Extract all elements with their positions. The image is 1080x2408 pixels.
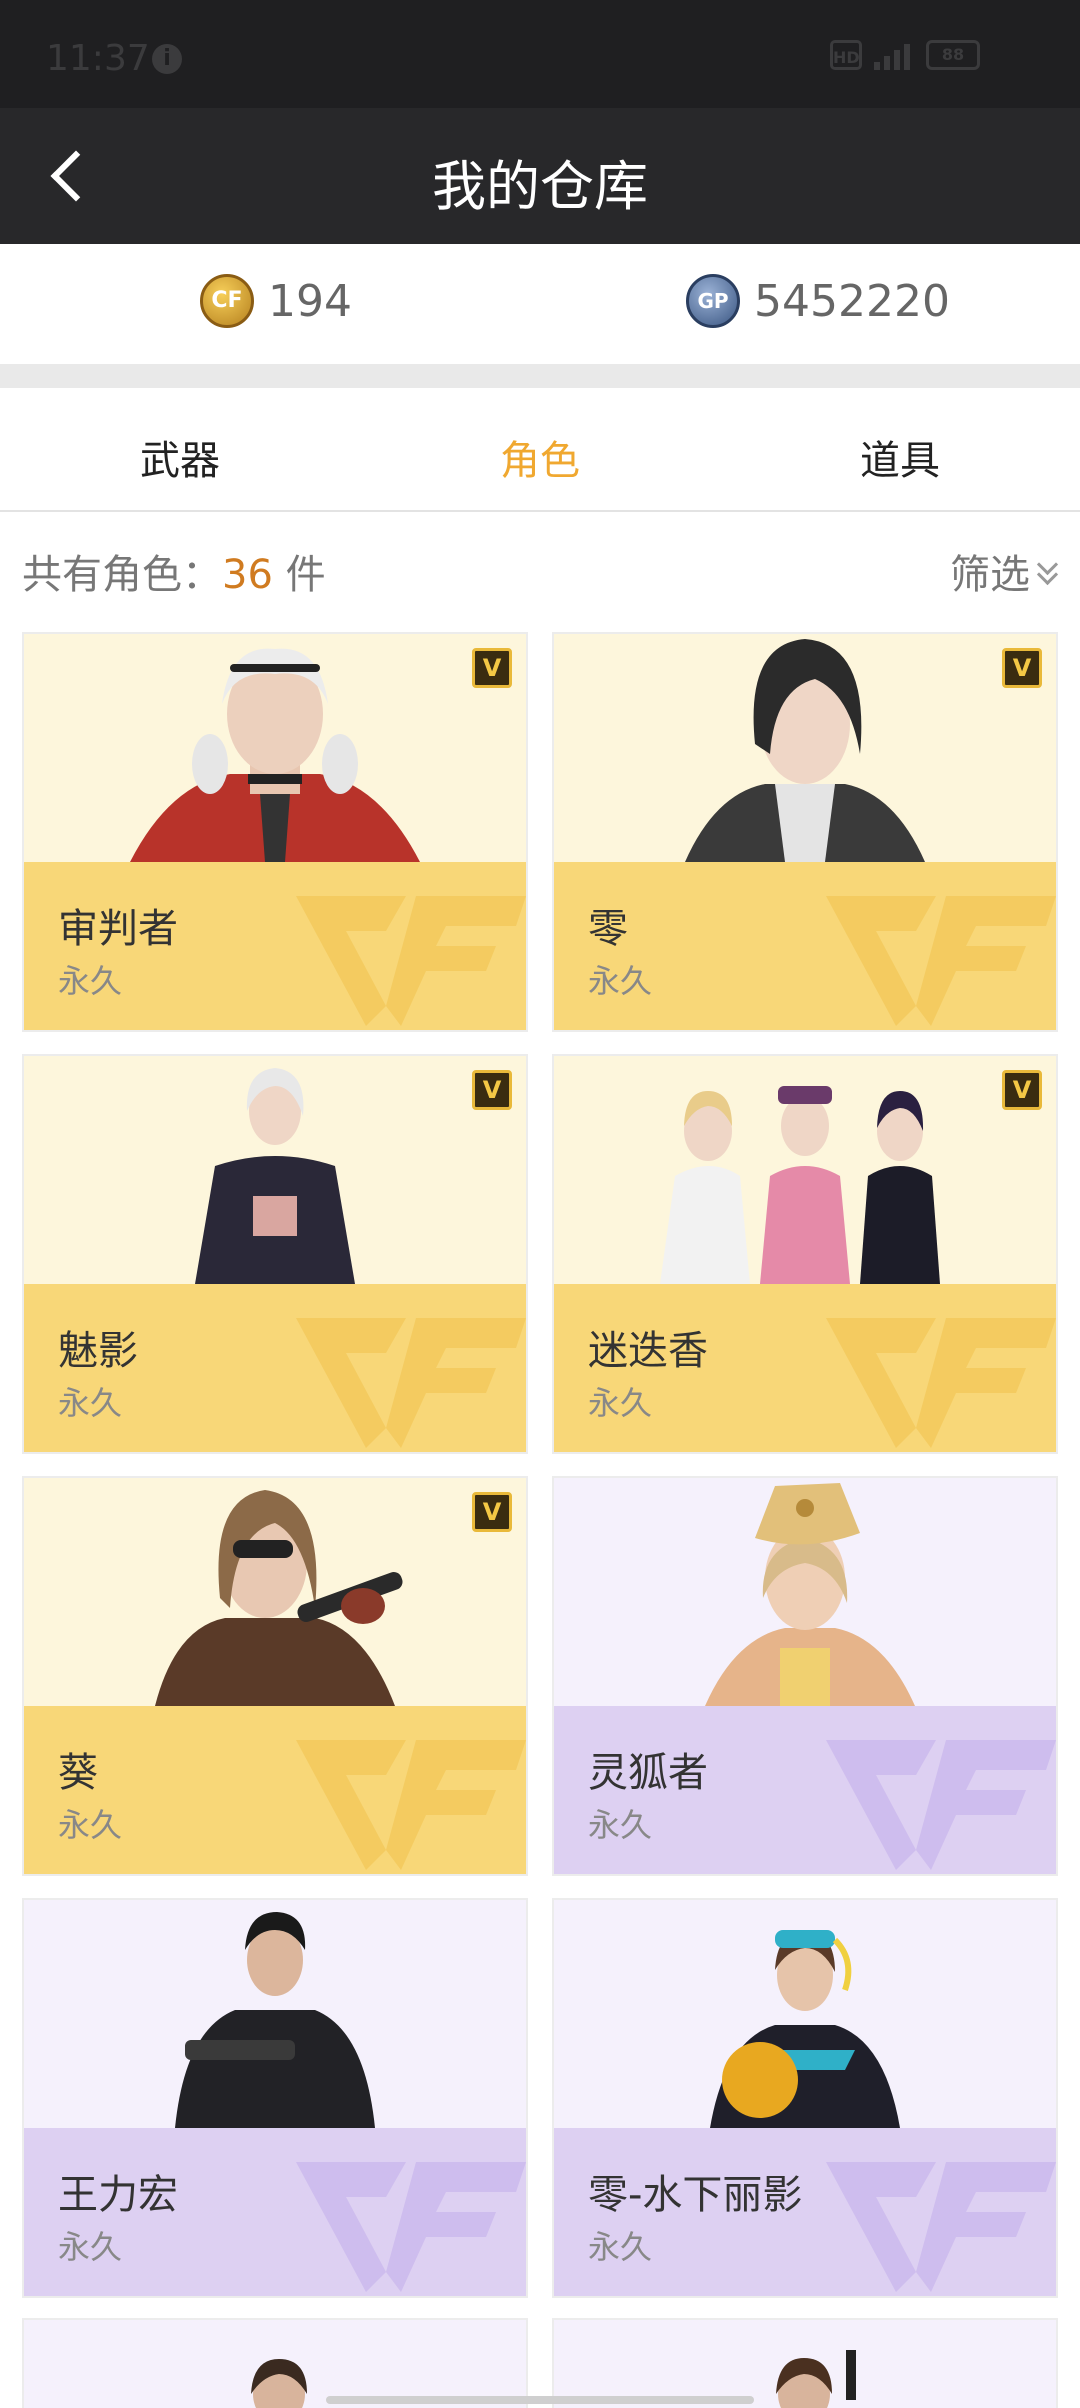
character-name: 零-水下丽影 — [588, 2172, 803, 2218]
gp-points: GP 5452220 — [686, 274, 950, 328]
character-duration: 永久 — [588, 962, 653, 1000]
home-indicator — [326, 2396, 754, 2404]
cf-watermark-icon — [296, 1318, 526, 1448]
character-portrait — [554, 1900, 1056, 2128]
signal-icon — [874, 40, 914, 70]
category-tabs: 武器 角色 道具 — [0, 388, 1080, 512]
cf-watermark-icon — [296, 896, 526, 1026]
vip-badge-icon: V — [472, 1070, 512, 1110]
character-card[interactable]: V 葵 永久 — [22, 1476, 528, 1876]
double-chevron-down-icon — [1036, 559, 1060, 583]
card-footer: 迷迭香 永久 — [554, 1284, 1056, 1452]
character-name: 零 — [588, 906, 628, 952]
cf-watermark-icon — [296, 1740, 526, 1870]
card-footer: 零-水下丽影 永久 — [554, 2128, 1056, 2296]
character-card[interactable]: 灵狐者 永久 — [552, 1476, 1058, 1876]
character-figure — [251, 2359, 307, 2408]
cf-watermark-icon — [826, 2162, 1056, 2292]
character-duration: 永久 — [58, 2228, 123, 2266]
character-figure — [705, 1483, 915, 1706]
status-time: 11:37 — [46, 38, 150, 79]
character-portrait — [24, 634, 526, 862]
character-name: 灵狐者 — [588, 1750, 708, 1796]
card-footer: 葵 永久 — [24, 1706, 526, 1874]
character-duration: 永久 — [58, 1806, 123, 1844]
status-bar: 11:37 i HD 88 — [0, 0, 1080, 108]
gp-coin-icon: GP — [686, 274, 740, 328]
character-name: 迷迭香 — [588, 1328, 708, 1374]
vip-badge-icon: V — [472, 648, 512, 688]
character-portrait — [554, 1056, 1056, 1284]
gp-value: 5452220 — [754, 275, 950, 327]
character-figure — [710, 1930, 900, 2128]
character-figure — [660, 1086, 940, 1284]
character-figure — [776, 2350, 856, 2408]
character-card[interactable]: 零-水下丽影 永久 — [552, 1898, 1058, 2298]
character-card[interactable]: V 审判者 永久 — [22, 632, 528, 1032]
section-divider — [0, 364, 1080, 388]
filter-button[interactable]: 筛选 — [950, 542, 1060, 600]
character-figure — [195, 1068, 355, 1284]
character-portrait — [554, 1478, 1056, 1706]
tab-weapons[interactable]: 武器 — [80, 428, 280, 486]
count-label: 共有角色： — [22, 552, 222, 598]
system-icons: HD 88 — [830, 40, 980, 70]
hd-icon: HD — [830, 40, 862, 70]
cf-watermark-icon — [296, 2162, 526, 2292]
character-figure — [175, 1912, 375, 2128]
character-grid: V 审判者 永久 V 零 永久 V 魅影 永久 V 迷迭香 永久 V 葵 永久 … — [22, 632, 1058, 2298]
card-footer: 零 永久 — [554, 862, 1056, 1030]
currency-bar: CF 194 GP 5452220 — [0, 244, 1080, 364]
battery-icon: 88 — [926, 40, 980, 70]
character-portrait — [554, 634, 1056, 862]
info-icon: i — [152, 44, 182, 74]
vip-badge-icon: V — [1002, 648, 1042, 688]
tab-characters[interactable]: 角色 — [440, 428, 640, 486]
cf-points-value: 194 — [268, 275, 352, 327]
filter-label: 筛选 — [950, 552, 1030, 598]
character-card-partial[interactable] — [552, 2318, 1058, 2408]
count-unit: 件 — [272, 552, 326, 598]
cf-watermark-icon — [826, 1318, 1056, 1448]
page-title: 我的仓库 — [432, 155, 648, 218]
card-footer: 魅影 永久 — [24, 1284, 526, 1452]
character-figure — [155, 1490, 403, 1706]
character-figure — [130, 648, 420, 862]
character-duration: 永久 — [588, 1806, 653, 1844]
character-duration: 永久 — [58, 1384, 123, 1422]
card-footer: 灵狐者 永久 — [554, 1706, 1056, 1874]
character-card[interactable]: 王力宏 永久 — [22, 1898, 528, 2298]
cf-coin-icon: CF — [200, 274, 254, 328]
cf-watermark-icon — [826, 896, 1056, 1026]
character-figure — [685, 639, 925, 862]
character-count: 共有角色：36 件 — [22, 542, 326, 600]
vip-badge-icon: V — [1002, 1070, 1042, 1110]
character-name: 审判者 — [58, 906, 178, 952]
character-name: 魅影 — [58, 1328, 138, 1374]
summary-row: 共有角色：36 件 筛选 — [0, 512, 1080, 628]
character-name: 王力宏 — [58, 2172, 178, 2218]
character-card[interactable]: V 魅影 永久 — [22, 1054, 528, 1454]
count-number: 36 — [222, 552, 273, 598]
vip-badge-icon: V — [472, 1492, 512, 1532]
character-card[interactable]: V 零 永久 — [552, 632, 1058, 1032]
character-card[interactable]: V 迷迭香 永久 — [552, 1054, 1058, 1454]
character-portrait — [24, 1478, 526, 1706]
nav-bar: 我的仓库 — [0, 108, 1080, 244]
cf-watermark-icon — [826, 1740, 1056, 1870]
character-duration: 永久 — [588, 1384, 653, 1422]
tab-items[interactable]: 道具 — [800, 428, 1000, 486]
character-duration: 永久 — [588, 2228, 653, 2266]
character-card-partial[interactable] — [22, 2318, 528, 2408]
card-footer: 王力宏 永久 — [24, 2128, 526, 2296]
character-name: 葵 — [58, 1750, 98, 1796]
cf-points: CF 194 — [200, 274, 352, 328]
character-portrait — [24, 1900, 526, 2128]
character-duration: 永久 — [58, 962, 123, 1000]
card-footer: 审判者 永久 — [24, 862, 526, 1030]
character-portrait — [24, 1056, 526, 1284]
